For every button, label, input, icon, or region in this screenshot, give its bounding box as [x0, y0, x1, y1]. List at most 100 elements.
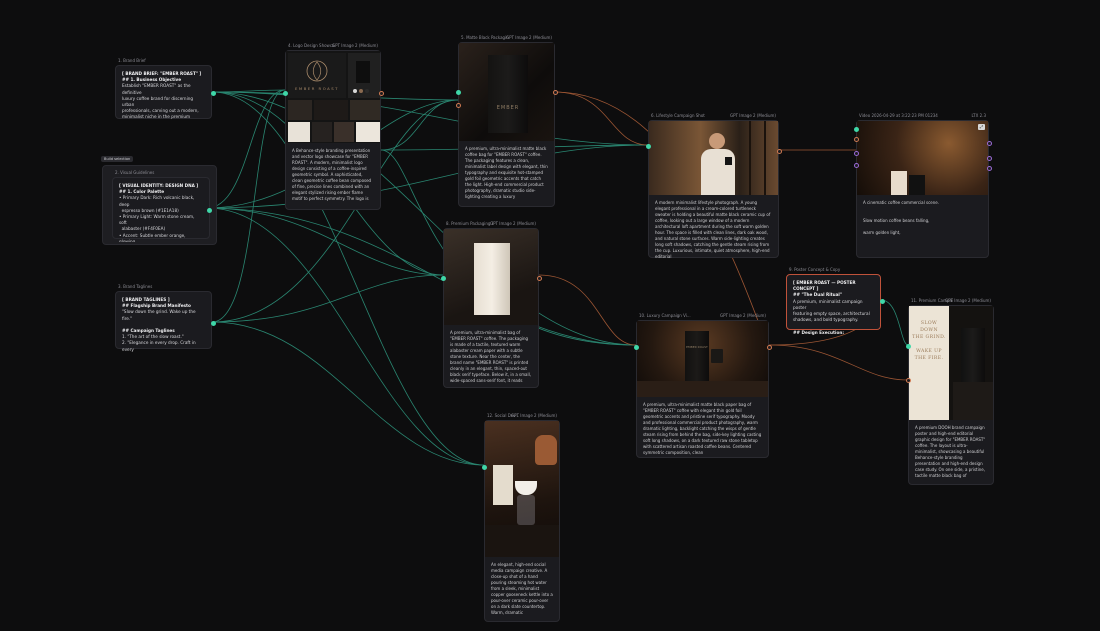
output-port[interactable] [211, 91, 216, 96]
text-line: • Accent: Subtle ember orange, glowing [119, 232, 187, 242]
visual-guidelines-node[interactable]: 2. Visual Guidelines [ VISUAL IDENTITY: … [112, 170, 212, 242]
output-port[interactable] [553, 90, 558, 95]
output-port-2[interactable] [987, 156, 992, 161]
packaging-image: EMBER [459, 43, 554, 141]
copper-kettle [535, 435, 557, 465]
poster-image: SLOW DOWN THE GRIND. WAKE UP THE FIRE. [909, 306, 993, 420]
input-port[interactable] [646, 144, 651, 149]
text-line: "Slow down the grind. Wake up the fire." [122, 309, 197, 321]
input-port[interactable] [634, 345, 639, 350]
premium-campaign-node[interactable]: 11. Premium Campaign GPT Image 2 (Medium… [906, 298, 994, 485]
input-port-2[interactable] [456, 103, 461, 108]
output-port[interactable] [379, 91, 384, 96]
output-port[interactable] [211, 321, 216, 326]
poster-concept-node[interactable]: 9. Poster Concept & Copy [ EMBER ROAST —… [786, 267, 885, 335]
prompt-text: A premium DOOH brand campaign poster and… [915, 425, 986, 478]
output-port[interactable] [537, 276, 542, 281]
social-dev-node[interactable]: 12. Social Dev... GPT Image 2 (Medium) A… [482, 413, 560, 622]
node-title: 5. Matte Black Packaging [461, 35, 509, 40]
business-card [288, 122, 310, 142]
prompt-text: An elegant, high-end social media campai… [491, 562, 553, 615]
input-port-2[interactable] [854, 137, 859, 142]
wire [206, 89, 286, 209]
input-port-3[interactable] [854, 151, 859, 156]
text-line: warm golden light, [863, 230, 901, 235]
node-title: 9. Poster Concept & Copy [789, 267, 841, 272]
prompt-text: A modern minimalist lifestyle photograph… [655, 200, 771, 259]
model-label: LTX 2.3 [971, 113, 987, 118]
video-node[interactable]: Video 2026-04-29 at 3:22:23 PM 01234 LTX… [854, 113, 992, 258]
luxury-campaign-image: EMBER ROAST [637, 321, 768, 397]
wire [211, 274, 444, 323]
input-port-4[interactable] [854, 163, 859, 168]
input-port[interactable] [441, 276, 446, 281]
input-port-2[interactable] [906, 378, 911, 383]
logo-image: EMBER ROAST [286, 51, 380, 143]
text-line: THE FIRE. [914, 356, 944, 361]
coffee-bag [961, 328, 985, 382]
text-line: SLOW [920, 321, 938, 326]
output-port[interactable] [207, 208, 212, 213]
prompt-text: A cinematic coffee commercial scene. Slo… [857, 195, 988, 263]
pour-over-dripper [515, 481, 537, 495]
wire [380, 99, 459, 151]
logo-design-node[interactable]: 4. Logo Design Showcase GPT Image 2 (Med… [283, 43, 384, 210]
output-port[interactable] [880, 299, 885, 304]
node-title: 3. Brand Taglines [118, 284, 153, 289]
coffee-bag: EMBER ROAST [685, 331, 709, 381]
matte-black-packaging-node[interactable]: 5. Matte Black Packaging GPT Image 2 (Me… [456, 35, 558, 207]
wire [554, 91, 649, 146]
text-line: 2. "Elegance in every drop. Craft in eve… [122, 340, 197, 352]
prompt-text: A premium, ultra-minimalist matte black … [643, 402, 762, 455]
text-line [909, 341, 949, 348]
output-port-3[interactable] [987, 166, 992, 171]
coffee-bag: EMBER [488, 55, 528, 133]
logo-emblem-panel: EMBER ROAST [288, 53, 346, 98]
poster-headline: SLOW DOWN THE GRIND. WAKE UP THE FIRE. [909, 320, 949, 362]
wire [211, 91, 637, 346]
text-line: minimalist niche in the premium handcraf… [122, 114, 191, 120]
lifestyle-campaign-node[interactable]: 6. Lifestyle Campaign Shot GPT Image 2 (… [646, 113, 782, 259]
wire [880, 299, 909, 346]
model-label: GPT Image 2 (Medium) [945, 298, 991, 303]
output-port[interactable] [987, 141, 992, 146]
brand-taglines-node[interactable]: 3. Brand Taglines [ BRAND TAGLINES ] ## F… [115, 284, 216, 352]
expand-icon[interactable]: ⤢ [978, 124, 985, 130]
wire [206, 207, 444, 276]
model-label: GPT Image 2 (Medium) [332, 43, 378, 48]
node-title: 2. Visual Guidelines [115, 170, 155, 175]
workflow-canvas[interactable]: Build selection 1. Brand Brief [ BRAND B… [0, 0, 1100, 631]
bag-brand-label: EMBER [496, 105, 520, 111]
text-line: • Primary Light: Warm stone cream, soft [119, 214, 196, 226]
input-port[interactable] [283, 91, 288, 96]
node-title: 10. Luxury Campaign Vi... [639, 313, 691, 318]
node-title: 6. Lifestyle Campaign Shot [651, 113, 705, 118]
luxury-campaign-node[interactable]: 10. Luxury Campaign Vi... GPT Image 2 (M… [634, 313, 772, 458]
input-port[interactable] [482, 465, 487, 470]
build-selection-tag[interactable]: Build selection [101, 156, 134, 162]
input-port[interactable] [456, 90, 461, 95]
input-port[interactable] [906, 344, 911, 349]
output-port[interactable] [767, 345, 772, 350]
lifestyle-image [649, 121, 778, 195]
wire [538, 274, 637, 346]
cream-coffee-bag [474, 243, 510, 315]
node-title: Video 2026-04-29 at 3:22:23 PM 01234 [859, 113, 938, 118]
prompt-text: A Behance-style branding presentation an… [292, 148, 372, 201]
input-port-1[interactable] [854, 127, 859, 132]
model-label: GPT Image 2 (Medium) [720, 313, 766, 318]
text-line: • Primary Dark: Rich volcanic black, dee… [119, 195, 196, 207]
text-line: Establish "EMBER ROAST" as the definitiv… [122, 83, 192, 95]
model-label: GPT Image 2 (Medium) [490, 221, 536, 226]
wire [211, 91, 649, 146]
packaging-image [444, 229, 538, 325]
visual-guidelines-node-group[interactable]: 2. Visual Guidelines [ VISUAL IDENTITY: … [102, 165, 217, 245]
text-line: luxury coffee brand for discerning urban [122, 95, 195, 108]
output-port[interactable] [777, 149, 782, 154]
wire [211, 89, 286, 323]
premium-packaging-node[interactable]: 8. Premium Packaging Cre... GPT Image 2 … [441, 221, 542, 388]
text-line: [ EMBER ROAST — POSTER CONCEPT ] [793, 280, 858, 292]
brand-brief-node[interactable]: 1. Brand Brief [ BRAND BRIEF: "EMBER ROA… [115, 58, 216, 120]
prompt-text: A premium, ultra-minimalist bag of "EMBE… [450, 330, 531, 383]
model-label: GPT Image 2 (Medium) [506, 35, 552, 40]
